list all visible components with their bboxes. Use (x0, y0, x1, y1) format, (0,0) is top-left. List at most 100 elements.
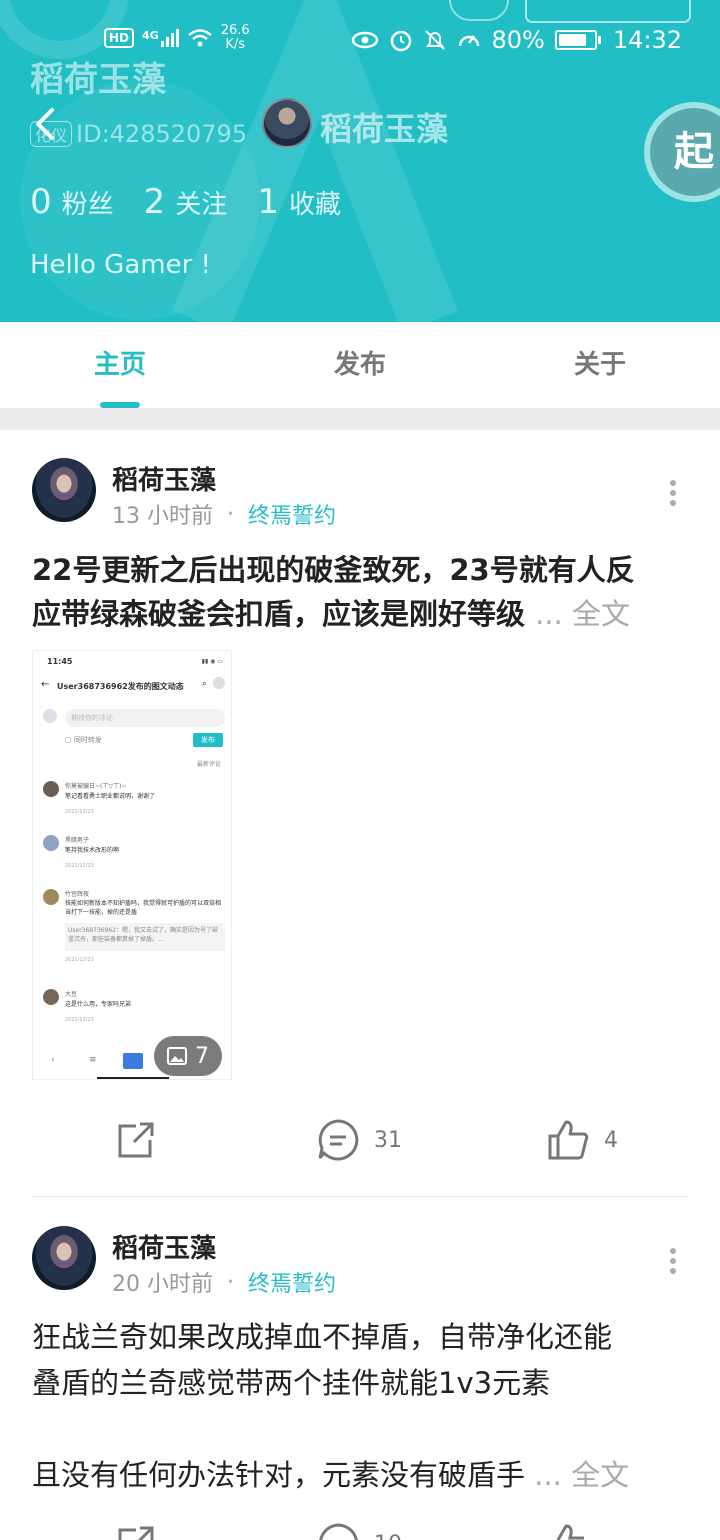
wifi-icon (187, 29, 212, 47)
stat-following[interactable]: 2 关注 (144, 182, 228, 222)
post-text-line: 叠盾的兰奇感觉带两个挂件就能1v3元素 (32, 1366, 551, 1400)
post-meta: 20 小时前 · 终焉誓约 (112, 1266, 336, 1298)
thumb-comment-avatar (43, 989, 59, 1005)
thumb-post-button: 发布 (193, 733, 223, 747)
post-text-line: 狂战兰奇如果改成掉血不掉盾，自带净化还能 (32, 1320, 613, 1354)
stat-number: 0 (30, 182, 52, 222)
comment-icon (318, 1119, 359, 1161)
hd-badge: HD (104, 28, 135, 48)
profile-stats: 0 粉丝 2 关注 1 收藏 (30, 182, 341, 222)
thumb-comment-text: 笔记看看勇士职业都说明，谢谢了 (65, 793, 156, 800)
post-text-line-2: 应带绿森破釜会扣盾，应该是刚好等级 ... 全文 (32, 592, 692, 636)
thumb-mic-icon (123, 1053, 143, 1069)
thumb-back-nav-icon: ‹ (51, 1055, 55, 1065)
share-button[interactable] (114, 1118, 158, 1162)
comment-button[interactable]: 10 (316, 1522, 402, 1540)
read-more-link[interactable]: ... 全文 (535, 597, 630, 631)
post-text-line-content: 应带绿森破釜会扣盾，应该是刚好等级 (32, 597, 526, 631)
profile-header: HD 4G 26.6 K/s 80% 14:32 稻荷玉藻 化仪 ID:4285… (0, 0, 720, 322)
tab-home[interactable]: 主页 (0, 322, 240, 408)
thumb-comment-avatar (43, 889, 59, 905)
post-text[interactable]: 狂战兰奇如果改成掉血不掉盾，自带净化还能 叠盾的兰奇感觉带两个挂件就能1v3元素… (32, 1314, 692, 1498)
post-text-line-3: 且没有任何办法针对，元素没有破盾手 ... 全文 (32, 1452, 692, 1498)
thumb-checkbox-label: 同时转发 (73, 736, 102, 744)
image-count: 7 (195, 1043, 209, 1069)
avatar[interactable] (32, 1226, 96, 1290)
thumb-comment-date: 2021/12/23 (65, 1017, 94, 1023)
header-username: 稻荷玉藻 (320, 110, 449, 148)
thumb-comment-avatar (43, 835, 59, 851)
post-author[interactable]: 稻荷玉藻 (112, 460, 216, 497)
thumb-status-icons: ▮▮ ◉ ▭ (201, 658, 223, 665)
post-text-line: 22号更新之后出现的破釜致死，23号就有人反 (32, 553, 635, 587)
stat-number: 1 (257, 182, 279, 222)
like-button[interactable] (546, 1522, 590, 1540)
comment-button[interactable]: 31 (316, 1118, 402, 1162)
user-id: ID:428520795 (76, 120, 248, 148)
post-text-blank-line (32, 1406, 692, 1452)
stat-favorites[interactable]: 1 收藏 (257, 182, 341, 222)
like-button[interactable]: 4 (546, 1118, 618, 1162)
network-type-label: 4G (142, 29, 159, 42)
profile-bio: Hello Gamer ! (30, 250, 211, 280)
profile-tabs: 主页 发布 关于 (0, 322, 720, 408)
thumb-back-icon: ← (41, 679, 50, 690)
status-left: HD 4G 26.6 K/s (104, 24, 250, 52)
thumb-title: User368736962发布的图文动态 (57, 682, 184, 691)
stat-label: 关注 (175, 190, 228, 220)
post-text[interactable]: 22号更新之后出现的破釜致死，23号就有人反 应带绿森破釜会扣盾，应该是刚好等级… (32, 548, 692, 636)
post-actions: 10 (0, 1518, 720, 1540)
read-more-link[interactable]: ... 全文 (534, 1458, 629, 1492)
thumb-comment-name: 大豆 (65, 991, 78, 998)
clock: 14:32 (612, 26, 682, 54)
avatar[interactable] (32, 458, 96, 522)
comment-count: 31 (374, 1127, 402, 1153)
post-time: 13 小时前 (112, 504, 213, 529)
post-time: 20 小时前 (112, 1272, 213, 1297)
thumb-comment-date: 2021/12/23 (65, 957, 94, 963)
post-menu-icon[interactable] (668, 478, 678, 508)
user-id-row: 化仪 ID:428520795 (30, 120, 247, 148)
tab-about[interactable]: 关于 (480, 322, 720, 408)
thumb-comment-text: 技能如何新版本不知护盾吗，我觉得就可护盾的可以双倍相当打下一技能，掉的还是盾 (65, 900, 222, 916)
eye-icon (352, 31, 379, 49)
thumb-comment-name: 竹宫辉夜 (65, 891, 90, 898)
app-root: HD 4G 26.6 K/s 80% 14:32 稻荷玉藻 化仪 ID:4285… (0, 0, 720, 1540)
post-menu-icon[interactable] (668, 1246, 678, 1276)
speedometer-icon (459, 35, 480, 47)
profile-name-faded: 稻荷玉藻 (30, 60, 166, 100)
image-icon (167, 1047, 187, 1065)
post-author[interactable]: 稻荷玉藻 (112, 1228, 216, 1265)
signal-icon: 4G (142, 29, 179, 47)
post-meta: 13 小时前 · 终焉誓约 (112, 498, 336, 530)
thumb-comment-input: 期待你的评论 (65, 709, 225, 727)
post-topic[interactable]: 终焉誓约 (248, 498, 336, 530)
stat-followers[interactable]: 0 粉丝 (30, 182, 114, 222)
net-speed-value: 26.6 (220, 23, 250, 38)
level-badge: 化仪 (30, 121, 73, 147)
thumb-comment-name: 你莫被骗日~(ㄒ▽ㄒ)~ (65, 783, 127, 790)
thumb-home-indicator (97, 1077, 169, 1079)
meta-dot: · (227, 1269, 234, 1295)
post-topic[interactable]: 终焉誓约 (248, 1266, 336, 1298)
thumb-status-time: 11:45 (47, 657, 73, 666)
net-speed: 26.6 K/s (221, 24, 250, 52)
header-avatar[interactable] (262, 98, 312, 148)
thumb-comment-name: 黑暗男子 (65, 837, 90, 844)
image-count-badge[interactable]: 7 (154, 1036, 222, 1076)
alarm-icon (391, 30, 412, 52)
meta-dot: · (227, 501, 234, 527)
status-right: 80% 14:32 (351, 26, 682, 54)
thumb-comment-date: 2021/12/23 (65, 809, 94, 815)
post-image[interactable]: 11:45 ▮▮ ◉ ▭ ← User368736962发布的图文动态 ⌕ 期待… (32, 650, 232, 1080)
thumb-reply: User368736962：嗯，我又去试了，确实是因为号了破釜沉舟，那些装备都算… (65, 923, 225, 951)
share-button[interactable] (114, 1522, 158, 1540)
thumb-menu-nav-icon: ≡ (89, 1055, 97, 1065)
comment-icon (319, 1523, 358, 1540)
thumb-avatar-icon (213, 677, 225, 689)
thumb-comment-avatar (43, 781, 59, 797)
tab-posts[interactable]: 发布 (240, 322, 480, 408)
share-icon (118, 1526, 154, 1540)
thumb-input-avatar (43, 709, 57, 723)
thumb-forward-checkbox: ▢ 同时转发 (65, 736, 102, 744)
